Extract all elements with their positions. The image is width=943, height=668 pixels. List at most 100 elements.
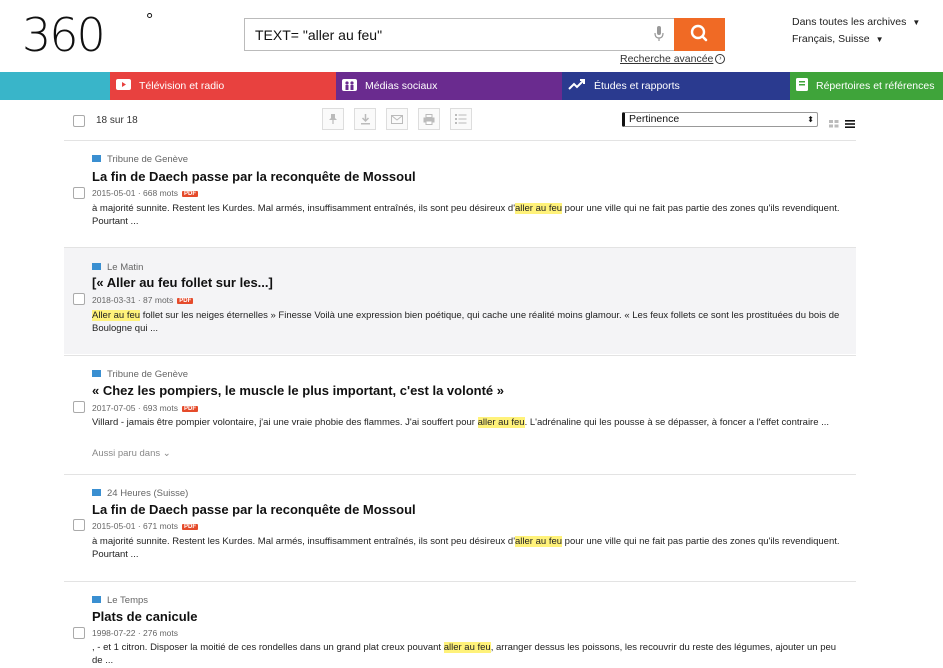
result-date: 1998-07-22 — [92, 628, 136, 638]
result-title[interactable]: La fin de Daech passe par la reconquête … — [92, 502, 416, 517]
result-item: Le Temps Plats de canicule 1998-07-22 · … — [64, 582, 856, 668]
result-source[interactable]: Le Matin — [92, 262, 143, 273]
nav-item-label: Télévision et radio — [139, 80, 225, 92]
nav-item-tv-radio[interactable]: Télévision et radio — [110, 72, 336, 100]
pdf-badge[interactable]: PDF — [182, 190, 199, 197]
archive-scope-label: Dans toutes les archives — [792, 16, 907, 28]
result-date: 2017-07-05 — [92, 403, 136, 413]
logo[interactable]: 360 ° — [22, 8, 154, 62]
microphone-icon[interactable] — [654, 26, 664, 42]
snippet-highlight: Aller au feu — [92, 310, 141, 321]
newspaper-icon — [92, 262, 101, 270]
snippet-text: à majorité sunnite. Restent les Kurdes. … — [92, 536, 516, 547]
result-source[interactable]: Tribune de Genève — [92, 369, 188, 380]
download-icon — [360, 114, 370, 125]
logo-text: 360 — [22, 8, 106, 62]
result-checkbox[interactable] — [73, 401, 85, 413]
updown-arrows-icon: ⬍ — [807, 115, 814, 124]
result-title[interactable]: Plats de canicule — [92, 609, 198, 624]
snippet-highlight: aller au feu — [477, 417, 525, 428]
result-item: 24 Heures (Suisse) La fin de Daech passe… — [64, 475, 856, 581]
result-date: 2015-05-01 — [92, 521, 136, 531]
result-checkbox[interactable] — [73, 187, 85, 199]
select-all-checkbox[interactable] — [73, 115, 85, 127]
pin-icon — [329, 114, 337, 124]
list-export-button[interactable] — [450, 108, 472, 130]
play-icon — [116, 79, 131, 93]
grid-view-icon — [829, 120, 839, 128]
pdf-badge[interactable]: PDF — [182, 523, 199, 530]
result-item: Tribune de Genève La fin de Daech passe … — [64, 141, 856, 247]
newspaper-icon — [92, 154, 101, 162]
result-word-count: 276 mots — [143, 628, 179, 638]
result-word-count: 668 mots — [143, 188, 179, 198]
result-source-label: 24 Heures (Suisse) — [107, 488, 189, 499]
sort-label: Pertinence — [629, 113, 680, 125]
result-snippet: Villard - jamais être pompier volontaire… — [92, 416, 844, 429]
archive-scope-dropdown[interactable]: Dans toutes les archives ▼ — [792, 16, 920, 28]
grid-view-toggle[interactable] — [829, 115, 839, 133]
people-icon — [342, 78, 357, 94]
result-title[interactable]: [« Aller au feu follet sur les...] — [92, 275, 273, 290]
email-button[interactable] — [386, 108, 408, 130]
result-title[interactable]: « Chez les pompiers, le muscle le plus i… — [92, 383, 504, 398]
list-icon — [455, 114, 467, 124]
result-snippet: à majorité sunnite. Restent les Kurdes. … — [92, 535, 844, 561]
snippet-highlight: aller au feu — [515, 536, 563, 547]
snippet-text: , - et 1 citron. Disposer la moitié de c… — [92, 642, 444, 653]
result-source-label: Le Matin — [107, 262, 144, 273]
list-view-toggle[interactable] — [845, 115, 855, 133]
result-meta: 2017-07-05 · 693 mots PDF — [92, 403, 199, 413]
logo-degree: ° — [146, 10, 154, 30]
advanced-search-label: Recherche avancée — [620, 53, 714, 65]
result-item: Tribune de Genève « Chez les pompiers, l… — [64, 356, 856, 474]
result-snippet: à majorité sunnite. Restent les Kurdes. … — [92, 202, 844, 228]
newspaper-icon — [92, 488, 101, 496]
result-source[interactable]: Tribune de Genève — [92, 154, 188, 165]
arrow-circle-icon: › — [715, 54, 726, 65]
nav-left-segment[interactable] — [0, 72, 110, 100]
result-source-label: Tribune de Genève — [107, 369, 188, 380]
nav-item-social-media[interactable]: Médias sociaux — [336, 72, 562, 100]
print-icon — [423, 113, 435, 125]
chevron-down-icon: ⌄ — [162, 448, 171, 459]
result-meta: 2015-05-01 · 668 mots PDF — [92, 188, 199, 198]
result-source[interactable]: 24 Heures (Suisse) — [92, 488, 188, 499]
pdf-badge[interactable]: PDF — [177, 297, 194, 304]
book-icon — [796, 78, 808, 94]
result-meta: 2015-05-01 · 671 mots PDF — [92, 521, 199, 531]
print-button[interactable] — [418, 108, 440, 130]
result-word-count: 693 mots — [143, 403, 179, 413]
language-dropdown[interactable]: Français, Suisse ▼ — [792, 33, 884, 45]
nav-item-studies-reports[interactable]: Études et rapports — [562, 72, 790, 100]
result-source[interactable]: Le Temps — [92, 595, 148, 606]
sort-dropdown[interactable]: Pertinence ⬍ — [622, 112, 818, 127]
search-box — [244, 18, 674, 51]
result-snippet: , - et 1 citron. Disposer la moitié de c… — [92, 641, 844, 667]
header: 360 ° Recherche avancée› Dans toutes les… — [0, 0, 943, 72]
result-date: 2015-05-01 — [92, 188, 136, 198]
result-checkbox[interactable] — [73, 627, 85, 639]
newspaper-icon — [92, 595, 101, 603]
also-published-toggle[interactable]: Aussi paru dans ⌄ — [92, 448, 171, 459]
search-button[interactable] — [674, 18, 725, 51]
result-word-count: 671 mots — [143, 521, 179, 531]
advanced-search-link[interactable]: Recherche avancée › — [620, 53, 726, 65]
pdf-badge[interactable]: PDF — [182, 405, 199, 412]
result-checkbox[interactable] — [73, 293, 85, 305]
download-button[interactable] — [354, 108, 376, 130]
caret-down-icon: ▼ — [875, 35, 884, 44]
email-icon — [391, 114, 403, 124]
result-snippet: Aller au feu follet sur les neiges étern… — [92, 309, 844, 335]
nav-item-label: Médias sociaux — [365, 80, 438, 92]
pin-button[interactable] — [322, 108, 344, 130]
result-checkbox[interactable] — [73, 519, 85, 531]
nav-item-directories[interactable]: Répertoires et références — [790, 72, 943, 100]
snippet-highlight: aller au feu — [443, 642, 491, 653]
search-input[interactable] — [253, 26, 637, 44]
search-icon — [690, 24, 708, 42]
language-label: Français, Suisse — [792, 33, 870, 45]
result-title[interactable]: La fin de Daech passe par la reconquête … — [92, 169, 416, 184]
snippet-highlight: aller au feu — [515, 203, 563, 214]
result-item: Le Matin [« Aller au feu follet sur les.… — [64, 248, 856, 354]
